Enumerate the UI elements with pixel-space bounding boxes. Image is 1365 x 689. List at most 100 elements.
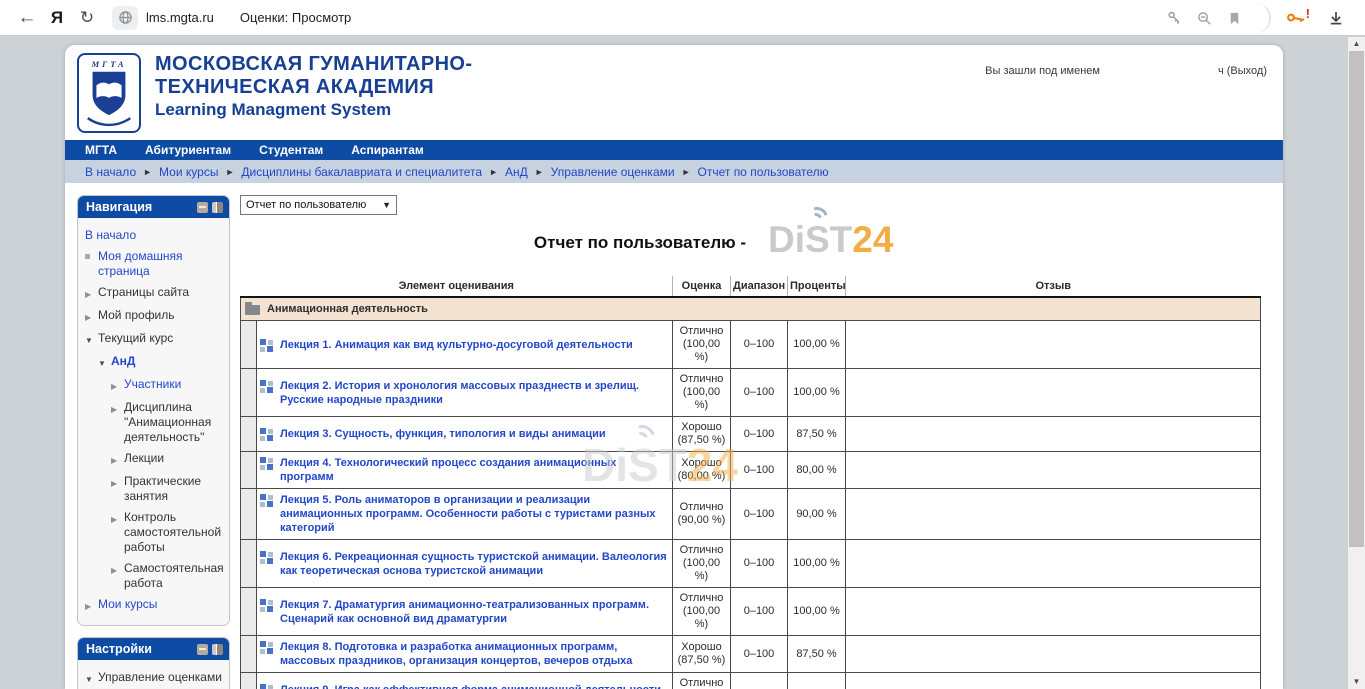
sidebar-item[interactable]: Контроль самостоятельной работы bbox=[111, 507, 225, 558]
col-header-feedback: Отзыв bbox=[846, 276, 1261, 297]
sidebar-item[interactable]: Участники bbox=[111, 374, 225, 397]
menubar-item[interactable]: Студентам bbox=[259, 143, 323, 157]
back-icon[interactable]: ← bbox=[12, 3, 42, 33]
browser-toolbar: ← Я ↻ lms.mgta.ru Оценки: Просмотр ! bbox=[0, 0, 1365, 36]
percent-cell: 87,50 % bbox=[788, 417, 846, 452]
yandex-icon[interactable]: Я bbox=[42, 3, 72, 33]
range-cell: 0–100 bbox=[731, 417, 788, 452]
sidebar-item[interactable]: Текущий курс bbox=[85, 328, 225, 351]
menubar-item[interactable]: МГТА bbox=[85, 143, 117, 157]
triangle-right-icon bbox=[111, 400, 124, 445]
sidebar-item[interactable]: Страницы сайта bbox=[85, 282, 225, 305]
feedback-cell bbox=[846, 417, 1261, 452]
site-globe-icon[interactable] bbox=[112, 6, 138, 30]
range-cell: 0–100 bbox=[731, 540, 788, 588]
main-content: Отчет по пользователю Отчет по пользоват… bbox=[240, 195, 1272, 689]
grade-item-link[interactable]: Лекция 2. История и хронология массовых … bbox=[280, 379, 669, 407]
sidebar-item[interactable]: В начало bbox=[85, 225, 225, 246]
svg-text:МГТА: МГТА bbox=[90, 59, 126, 69]
dock-block-icon[interactable] bbox=[212, 644, 223, 655]
sidebar-item-label: Текущий курс bbox=[98, 331, 173, 348]
sidebar-item-label: Участники bbox=[124, 377, 181, 394]
indent-cell bbox=[241, 321, 257, 369]
grade-item-link[interactable]: Лекция 9. Игра как эффективная форма ани… bbox=[280, 683, 669, 689]
sidebar-item[interactable]: Мой профиль bbox=[85, 305, 225, 328]
grade-item-link[interactable]: Лекция 5. Роль аниматоров в организации … bbox=[280, 493, 669, 535]
sidebar-item[interactable]: Дисциплина "Анимационная деятельность" bbox=[111, 397, 225, 448]
grade-item-link[interactable]: Лекция 7. Драматургия анимационно-театра… bbox=[280, 598, 669, 626]
zoom-page-icon[interactable] bbox=[1189, 3, 1219, 33]
grade-word: Отлично bbox=[676, 677, 727, 689]
sidebar-item[interactable]: АнД bbox=[98, 351, 225, 374]
breadcrumb-link[interactable]: Дисциплины бакалавриата и специалитета bbox=[241, 165, 482, 179]
grade-item-row: Лекция 2. История и хронология массовых … bbox=[241, 369, 1261, 417]
breadcrumb-link[interactable]: В начало bbox=[85, 165, 136, 179]
sidebar-item[interactable]: Мои курсы bbox=[85, 594, 225, 617]
grade-cell: Отлично(100,00 %) bbox=[673, 321, 731, 369]
range-cell: 0–100 bbox=[731, 452, 788, 489]
lesson-icon bbox=[260, 339, 273, 352]
range-cell: 0–100 bbox=[731, 588, 788, 636]
grade-item-link[interactable]: Лекция 8. Подготовка и разработка анимац… bbox=[280, 640, 669, 668]
indent-cell bbox=[241, 369, 257, 417]
collapse-block-icon[interactable] bbox=[197, 202, 208, 213]
triangle-right-icon bbox=[85, 285, 98, 302]
grade-item-link[interactable]: Лекция 1. Анимация как вид культурно-дос… bbox=[280, 338, 633, 352]
logout-link[interactable]: ч (Выход) bbox=[1218, 65, 1267, 77]
grade-word: Отлично bbox=[676, 544, 727, 557]
password-manager-icon[interactable] bbox=[1159, 3, 1189, 33]
sidebar-item[interactable]: Моя домашняя страница bbox=[85, 246, 225, 282]
grade-item-link[interactable]: Лекция 3. Сущность, функция, типология и… bbox=[280, 427, 606, 441]
download-icon[interactable] bbox=[1321, 3, 1351, 33]
category-label: Анимационная деятельность bbox=[267, 303, 428, 315]
sidebar-item-label: Мой профиль bbox=[98, 308, 175, 325]
dock-block-icon[interactable] bbox=[212, 202, 223, 213]
percent-cell: 80,00 % bbox=[788, 452, 846, 489]
grade-word: Отлично bbox=[676, 373, 727, 386]
sidebar-item[interactable]: Лекции bbox=[111, 448, 225, 471]
sidebar-item-label: Самостоятельная работа bbox=[124, 561, 225, 591]
scrollbar-thumb[interactable] bbox=[1349, 51, 1364, 547]
grade-item-link[interactable]: Лекция 6. Рекреационная сущность туристс… bbox=[280, 550, 669, 578]
password-alert-icon[interactable]: ! bbox=[1281, 3, 1311, 33]
grade-cell: Хорошо(87,50 %) bbox=[673, 636, 731, 673]
grade-item-row: Лекция 5. Роль аниматоров в организации … bbox=[241, 489, 1261, 540]
percent-cell: 90,00 % bbox=[788, 489, 846, 540]
menubar-item[interactable]: Абитуриентам bbox=[145, 143, 231, 157]
feedback-cell bbox=[846, 673, 1261, 689]
report-select[interactable]: Отчет по пользователю bbox=[240, 195, 397, 215]
breadcrumb-link[interactable]: Мои курсы bbox=[159, 165, 218, 179]
grade-item-cell: Лекция 6. Рекреационная сущность туристс… bbox=[257, 540, 673, 588]
scroll-down-icon[interactable]: ▼ bbox=[1348, 675, 1365, 689]
range-cell: 0–100 bbox=[731, 489, 788, 540]
collapse-block-icon[interactable] bbox=[197, 644, 208, 655]
block-title: Навигация bbox=[86, 200, 193, 214]
dist24-watermark: DiST24 bbox=[582, 442, 738, 488]
sidebar-item[interactable]: Управление оценками bbox=[85, 667, 225, 689]
address-url[interactable]: lms.mgta.ru bbox=[146, 10, 214, 25]
scroll-up-icon[interactable]: ▲ bbox=[1348, 37, 1365, 51]
refresh-icon[interactable]: ↻ bbox=[72, 3, 102, 33]
lesson-icon bbox=[260, 599, 273, 612]
grade-item-row: Лекция 3. Сущность, функция, типология и… bbox=[241, 417, 1261, 452]
breadcrumb-link[interactable]: Отчет по пользователю bbox=[698, 165, 829, 179]
page-title: Отчет по пользователю - bbox=[240, 233, 1040, 253]
category-row: Анимационная деятельность bbox=[241, 297, 1261, 321]
triangle-down-icon bbox=[98, 354, 111, 371]
lesson-icon bbox=[260, 428, 273, 441]
menubar: МГТА Абитуриентам Студентам Аспирантам bbox=[65, 140, 1283, 160]
breadcrumb-link[interactable]: Управление оценками bbox=[551, 165, 675, 179]
grade-word: Хорошо bbox=[676, 641, 727, 654]
indent-cell bbox=[241, 540, 257, 588]
grade-item-row: Лекция 9. Игра как эффективная форма ани… bbox=[241, 673, 1261, 689]
sidebar-item-label: Практические занятия bbox=[124, 474, 225, 504]
breadcrumb-link[interactable]: АнД bbox=[505, 165, 528, 179]
grade-item-row: Лекция 6. Рекреационная сущность туристс… bbox=[241, 540, 1261, 588]
sidebar-item[interactable]: Самостоятельная работа bbox=[111, 558, 225, 594]
org-title: МОСКОВСКАЯ ГУМАНИТАРНО- ТЕХНИЧЕСКАЯ АКАД… bbox=[155, 53, 472, 121]
vertical-scrollbar[interactable]: ▲ ▼ bbox=[1348, 37, 1365, 689]
bookmark-icon[interactable] bbox=[1219, 3, 1249, 33]
menubar-item[interactable]: Аспирантам bbox=[351, 143, 424, 157]
sidebar-item[interactable]: Практические занятия bbox=[111, 471, 225, 507]
lesson-icon bbox=[260, 494, 273, 507]
